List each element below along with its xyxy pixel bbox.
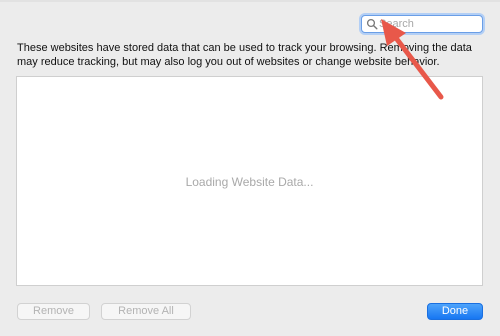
remove-button[interactable]: Remove <box>17 303 90 320</box>
loading-status: Loading Website Data... <box>185 175 314 189</box>
remove-all-button[interactable]: Remove All <box>101 303 191 320</box>
search-field[interactable] <box>361 15 483 33</box>
search-input[interactable] <box>379 17 479 31</box>
website-data-list[interactable]: Loading Website Data... <box>16 76 483 286</box>
description-text: These websites have stored data that can… <box>17 42 472 68</box>
window-top-edge <box>0 0 500 2</box>
magnifying-glass-icon <box>366 18 378 30</box>
done-button[interactable]: Done <box>427 303 483 320</box>
